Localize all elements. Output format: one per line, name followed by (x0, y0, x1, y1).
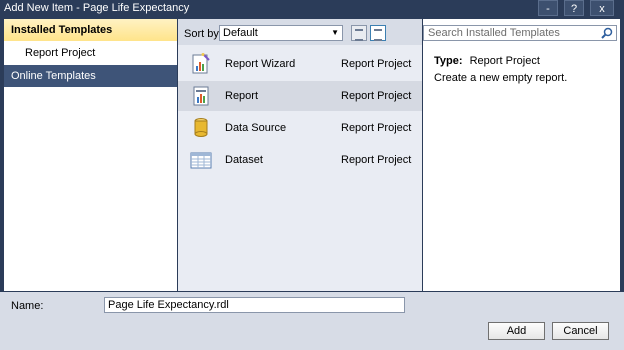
search-icon[interactable] (601, 27, 613, 39)
search-placeholder: Search Installed Templates (428, 27, 560, 39)
close-button[interactable]: x (590, 0, 614, 16)
template-name: Dataset (225, 154, 263, 166)
template-name: Report Wizard (225, 58, 296, 70)
help-button[interactable]: ? (564, 0, 584, 16)
online-templates-item[interactable]: Online Templates (4, 65, 177, 87)
category-report-project[interactable]: Report Project (25, 47, 95, 59)
name-field[interactable]: Page Life Expectancy.rdl (104, 297, 405, 313)
footer: Name: Page Life Expectancy.rdl Add Cance… (0, 292, 624, 350)
add-new-item-dialog: Add New Item - Page Life Expectancy - ? … (0, 0, 624, 350)
list-item[interactable]: Report Wizard Report Project (178, 49, 422, 79)
template-name: Data Source (225, 122, 287, 134)
online-templates-label: Online Templates (11, 70, 96, 82)
details-view-icon (374, 29, 382, 41)
name-label: Name: (11, 300, 44, 312)
small-icons-view-button[interactable] (351, 25, 367, 41)
report-wizard-icon (190, 53, 212, 75)
sort-by-value: Default (223, 27, 258, 39)
add-button[interactable]: Add (488, 322, 545, 340)
templates-pane: Sort by: Default ▼ Report Wizard Report … (178, 19, 422, 291)
minimize-button[interactable]: - (538, 0, 558, 16)
window-title: Add New Item - Page Life Expectancy (4, 2, 190, 14)
template-list: Report Wizard Report Project Report Repo… (178, 45, 422, 291)
template-category: Report Project (341, 58, 412, 70)
type-value: Report Project (469, 55, 540, 67)
list-item[interactable]: Report Report Project (178, 81, 422, 111)
search-input[interactable]: Search Installed Templates (423, 25, 617, 41)
name-field-value: Page Life Expectancy.rdl (108, 299, 229, 311)
data-source-icon (190, 117, 212, 139)
sort-by-dropdown[interactable]: Default ▼ (219, 25, 343, 41)
dataset-icon (190, 149, 212, 171)
sort-toolbar: Sort by: Default ▼ (178, 19, 422, 45)
list-item[interactable]: Data Source Report Project (178, 113, 422, 143)
type-label: Type: (434, 55, 463, 67)
template-category: Report Project (341, 154, 412, 166)
template-categories-pane: Installed Templates Report Project Onlin… (4, 19, 177, 291)
medium-icons-view-button[interactable] (370, 25, 386, 41)
report-icon (190, 85, 212, 107)
template-category: Report Project (341, 122, 412, 134)
type-line: Type: Report Project (434, 55, 540, 67)
list-view-icon (355, 29, 363, 41)
cancel-button[interactable]: Cancel (552, 322, 609, 340)
details-pane: Search Installed Templates Type: Report … (423, 19, 620, 291)
sort-by-label: Sort by: (184, 28, 222, 40)
chevron-down-icon: ▼ (331, 28, 339, 37)
template-name: Report (225, 90, 259, 102)
installed-templates-header[interactable]: Installed Templates (4, 19, 177, 41)
list-item[interactable]: Dataset Report Project (178, 145, 422, 175)
installed-templates-label: Installed Templates (11, 24, 113, 36)
title-bar: Add New Item - Page Life Expectancy - ? … (0, 0, 624, 18)
template-description: Create a new empty report. (434, 72, 568, 84)
template-category: Report Project (341, 90, 412, 102)
